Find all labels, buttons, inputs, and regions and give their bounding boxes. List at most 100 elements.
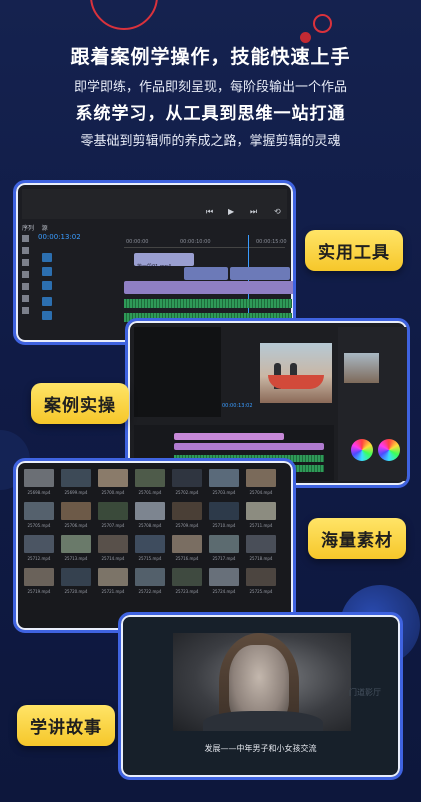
media-thumbnail: 25704.mp4 [246, 469, 276, 495]
subtitle-caption: 发展——中年男子和小女孩交流 [204, 744, 317, 753]
tag-storytelling: 学讲故事 [17, 705, 115, 746]
track-toggle-v2 [42, 267, 52, 276]
tab-sequence: 序列 [22, 225, 35, 232]
headline-sub-1: 即学即练，作品即刻呈现，每阶段输出一个作品 [73, 80, 347, 95]
razor-tool-icon [22, 271, 29, 278]
thumbnail-caption: 25704.mp4 [249, 490, 273, 495]
media-thumbnail: 25700.mp4 [98, 469, 128, 495]
thumbnail-caption: 25716.mp4 [175, 556, 199, 561]
loop-icon: ⟲ [274, 207, 281, 216]
thumbnail-image [209, 535, 239, 553]
thumbnail-caption: 25723.mp4 [175, 589, 199, 594]
thumbnail-caption: 25706.mp4 [64, 523, 88, 528]
media-thumbnail: 25706.mp4 [61, 502, 91, 528]
editor-tabs: 序列 源 [22, 223, 48, 232]
media-thumbnail: 25722.mp4 [135, 568, 165, 594]
thumbnail-caption: 25717.mp4 [212, 556, 236, 561]
headline-sub-2: 零基础到剪辑师的养成之路，掌握剪辑的灵魂 [80, 134, 341, 149]
thumbnail-caption: 25701.mp4 [138, 490, 162, 495]
thumbnail-image [61, 568, 91, 586]
thumbnail-caption: 25700.mp4 [101, 490, 125, 495]
editor-toolbar [22, 189, 287, 219]
thumbnail-caption: 25703.mp4 [212, 490, 236, 495]
track-toggle-a1 [42, 297, 52, 306]
thumbnail-image [209, 568, 239, 586]
thumbnail-image [24, 502, 54, 520]
story-screenshot: 门道影厅 发展——中年男子和小女孩交流 [118, 612, 403, 780]
media-thumbnail: 25709.mp4 [172, 502, 202, 528]
thumbnail-image [246, 568, 276, 586]
hand-tool-icon [22, 307, 29, 314]
media-thumbnail: 25717.mp4 [209, 535, 239, 561]
selection-tool-icon [22, 235, 29, 242]
media-thumbnail: 25718.mp4 [246, 535, 276, 561]
thumbnail-caption: 25710.mp4 [212, 523, 236, 528]
track-toggle-v3 [42, 253, 52, 262]
tag-practical-tools: 实用工具 [305, 230, 403, 271]
thumbnail-image [135, 469, 165, 487]
thumbnail-caption: 25705.mp4 [27, 523, 51, 528]
media-thumbnail: 25712.mp4 [24, 535, 54, 561]
thumbnail-grid: 25698.mp4 25699.mp4 25700.mp4 25701.mp4 2570… [24, 469, 276, 594]
decor-ring-large [90, 0, 158, 30]
thumbnail-image [98, 568, 128, 586]
media-thumbnail: 25715.mp4 [135, 535, 165, 561]
thumbnail-caption: 25699.mp4 [64, 490, 88, 495]
preview-thumbnail [344, 353, 379, 383]
thumbnail-image [172, 535, 202, 553]
thumbnail-caption: 25708.mp4 [138, 523, 162, 528]
video-clip [184, 267, 228, 280]
thumbnail-caption: 25724.mp4 [212, 589, 236, 594]
thumbnail-image [24, 568, 54, 586]
thumbnail-image [172, 502, 202, 520]
thumbnail-caption: 25720.mp4 [64, 589, 88, 594]
slip-tool-icon [22, 283, 29, 290]
ruler-tick: 00:00:00 [126, 239, 149, 245]
thumbnail-image [24, 535, 54, 553]
clip-label: 第一段01.mp4 [137, 264, 172, 270]
video-clip: 第一段01.mp4 [134, 253, 194, 270]
tag-massive-materials: 海量素材 [308, 518, 406, 559]
tab-source: 源 [41, 225, 48, 232]
media-thumbnail: 25713.mp4 [61, 535, 91, 561]
thumbnail-caption: 25712.mp4 [27, 556, 51, 561]
source-monitor [134, 327, 221, 417]
thumbnail-image [61, 535, 91, 553]
play-icon: ▶ [228, 207, 235, 216]
thumbnail-caption: 25707.mp4 [101, 523, 125, 528]
thumbnail-image [209, 502, 239, 520]
media-thumbnail: 25721.mp4 [98, 568, 128, 594]
ruler-tick: 00:00:10:00 [180, 239, 211, 245]
thumbnail-image [98, 502, 128, 520]
video-clip [230, 267, 290, 280]
track-toggle-v1 [42, 281, 52, 290]
thumbnail-image [135, 535, 165, 553]
thumbnail-image [135, 502, 165, 520]
headline-main: 跟着案例学操作，技能快速上手 [70, 46, 351, 68]
boat [268, 375, 324, 389]
thumbnail-image [98, 535, 128, 553]
thumbnail-image [246, 502, 276, 520]
video-clip [174, 433, 284, 440]
thumbnail-image [98, 469, 128, 487]
thumbnail-caption: 25725.mp4 [249, 589, 273, 594]
timecode-readout: 00:00:13:02 [222, 403, 253, 409]
lumetri-panel [338, 327, 407, 481]
media-thumbnail: 25699.mp4 [61, 469, 91, 495]
thumbnail-caption: 25719.mp4 [27, 589, 51, 594]
step-back-icon: ⏮ [206, 207, 214, 216]
media-thumbnail: 25708.mp4 [135, 502, 165, 528]
material-library-screenshot: 25698.mp4 25699.mp4 25700.mp4 25701.mp4 2570… [13, 458, 296, 633]
thumbnail-caption: 25714.mp4 [101, 556, 125, 561]
track-select-tool-icon [22, 247, 29, 254]
thumbnail-image [246, 469, 276, 487]
thumbnail-caption: 25721.mp4 [101, 589, 125, 594]
thumbnail-image [61, 469, 91, 487]
media-thumbnail: 25707.mp4 [98, 502, 128, 528]
color-wheel-icon [351, 439, 373, 461]
headline-secondary: 系统学习，从工具到思维一站打通 [75, 104, 346, 124]
video-clip [124, 281, 293, 294]
program-monitor-frame [260, 343, 332, 403]
thumbnail-caption: 25711.mp4 [249, 523, 273, 528]
media-thumbnail: 25711.mp4 [246, 502, 276, 528]
